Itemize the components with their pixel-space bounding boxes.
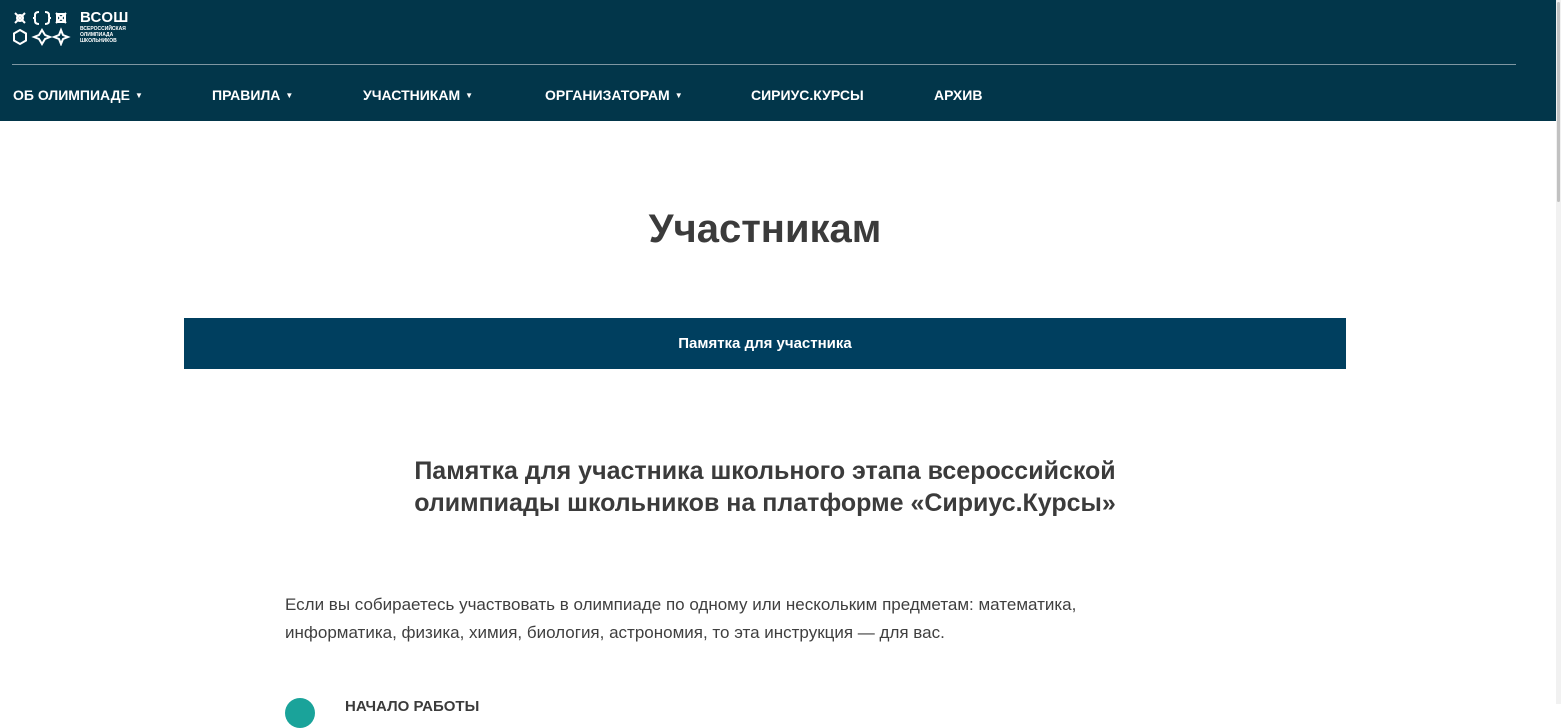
nav-item-label: ПРАВИЛА (212, 87, 281, 103)
logo-title: ВСОШ (80, 9, 129, 26)
nav-item-label: УЧАСТНИКАМ (363, 87, 461, 103)
nav-item-sirius-courses[interactable]: СИРИУС.КУРСЫ (751, 86, 864, 104)
caret-down-icon: ▼ (285, 91, 294, 100)
caret-down-icon: ▼ (674, 91, 683, 100)
page-title: Участникам (648, 207, 882, 251)
tab-label: Памятка для участника (678, 335, 852, 352)
nav-item-participants[interactable]: УЧАСТНИКАМ ▼ (363, 86, 473, 107)
header-divider (12, 64, 1516, 65)
nav-item-label: ОБ ОЛИМПИАДЕ (13, 87, 130, 103)
site-header: ВСОШ всероссийская олимпиада школьников … (0, 0, 1556, 121)
caret-down-icon: ▼ (135, 91, 143, 100)
nav-item-rules[interactable]: ПРАВИЛА ▼ (212, 86, 293, 107)
intro-paragraph: Если вы собираетесь участвовать в олимпи… (285, 595, 1077, 642)
nav-item-label: АРХИВ (934, 87, 983, 103)
page-scrollbar[interactable] (1556, 0, 1561, 704)
logo-symbols-icon (13, 11, 71, 46)
tab-participant-memo[interactable]: Памятка для участника (184, 318, 1346, 369)
caret-down-icon: ▼ (465, 91, 474, 100)
step-number-badge (285, 698, 315, 728)
nav-item-organizers[interactable]: ОРГАНИЗАТОРАМ ▼ (545, 86, 683, 107)
section-title: Памятка для участника школьного этапа вс… (414, 457, 1116, 517)
nav-item-archive[interactable]: АРХИВ (934, 86, 982, 104)
nav-item-label: ОРГАНИЗАТОРАМ (545, 87, 670, 103)
logo-text: ВСОШ всероссийская олимпиада школьников (80, 9, 160, 45)
nav-item-label: СИРИУС.КУРСЫ (751, 87, 864, 103)
logo-subtitle-line-3: школьников (80, 38, 117, 44)
scrollbar-thumb[interactable] (1557, 2, 1560, 202)
nav-item-about[interactable]: ОБ ОЛИМПИАДЕ ▼ (13, 86, 143, 107)
step-label: НАЧАЛО РАБОТЫ (345, 698, 480, 715)
